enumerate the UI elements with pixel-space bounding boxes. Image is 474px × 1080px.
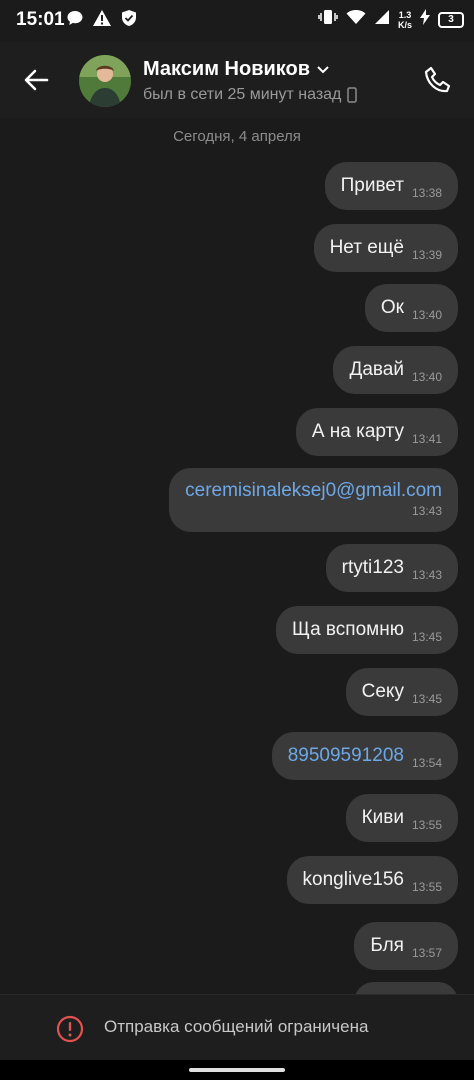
net-speed-value: 1.3 (398, 9, 412, 20)
message-text: Бля (370, 935, 404, 956)
contact-name[interactable]: Максим Новиков (143, 58, 330, 81)
vibrate-icon (318, 8, 338, 31)
message-bubble[interactable]: Ща вспомню 13:45 (276, 606, 458, 654)
net-speed-unit: K/s (397, 19, 412, 30)
charging-icon (420, 9, 430, 30)
contact-status: был в сети 25 минут назад (143, 86, 358, 104)
last-seen-text: был в сети 25 минут назад (143, 86, 342, 103)
restricted-message: Отправка сообщений ограничена (104, 1017, 369, 1036)
contact-name-text: Максим Новиков (143, 58, 311, 80)
message-bubble[interactable]: Бля 13:57 (354, 922, 458, 970)
message-time: 13:39 (411, 248, 442, 262)
alert-circle-icon (56, 1015, 84, 1043)
mobile-device-icon (347, 87, 358, 103)
message-bubble[interactable]: Нет ещё 13:39 (313, 224, 458, 272)
net-speed: 1.3 K/s (398, 10, 412, 30)
avatar[interactable] (79, 55, 131, 107)
status-notification-icons (66, 9, 138, 32)
message-text: Секу (361, 681, 404, 702)
message-time: 13:41 (411, 432, 442, 446)
message-bubble[interactable]: Секу 13:45 (345, 668, 458, 716)
call-button[interactable] (422, 64, 456, 98)
chat-header: Максим Новиков был в сети 25 минут назад (0, 42, 474, 118)
message-bubble[interactable]: konglive156 13:55 (286, 856, 458, 904)
chevron-down-icon (317, 65, 329, 73)
message-time: 13:45 (411, 630, 442, 644)
message-text: konglive156 (302, 869, 404, 890)
message-text: Привет (340, 175, 404, 196)
message-time: 13:43 (411, 504, 442, 518)
email-link[interactable]: ceremisinaleksej0@gmail.com (185, 468, 442, 502)
message-time: 13:57 (411, 946, 442, 960)
message-text: Давай (349, 359, 404, 380)
home-gesture-handle[interactable] (189, 1068, 285, 1072)
phone-icon (424, 66, 451, 93)
message-text: А на карту (311, 421, 404, 442)
messaging-restricted-bar: Отправка сообщений ограничена (0, 994, 474, 1060)
message-text: Нет ещё (329, 237, 404, 258)
message-time: 13:55 (411, 880, 442, 894)
message-bubble[interactable]: А на карту 13:41 (295, 408, 458, 456)
message-time: 13:55 (411, 818, 442, 832)
message-time: 13:40 (411, 370, 442, 384)
message-text: Ща вспомню (292, 619, 404, 640)
phone-number-link[interactable]: 89509591208 (288, 732, 404, 780)
chat-screen: 15:01 1.3 K/s 3 Максим Новиков был в сет… (0, 0, 474, 1080)
message-bubble[interactable]: Киви 13:55 (345, 794, 458, 842)
status-time: 15:01 (16, 9, 65, 30)
shield-icon (120, 9, 138, 32)
message-time: 13:54 (411, 756, 442, 770)
message-time: 13:43 (411, 568, 442, 582)
wifi-icon (346, 9, 366, 30)
message-bubble[interactable]: 89509591208 13:54 (271, 732, 458, 780)
warning-icon (92, 9, 112, 32)
back-button[interactable] (18, 62, 54, 98)
chat-bubble-icon (66, 9, 84, 32)
message-time: 13:38 (411, 186, 442, 200)
message-bubble-partial[interactable] (354, 982, 458, 994)
message-text: rtyti123 (341, 557, 404, 578)
message-bubble[interactable]: rtyti123 13:43 (325, 544, 458, 592)
date-separator: Сегодня, 4 апреля (173, 128, 301, 145)
message-list[interactable]: Сегодня, 4 апреля Привет 13:38 Нет ещё 13:… (0, 118, 474, 994)
message-time: 13:40 (411, 308, 442, 322)
arrow-left-icon (24, 69, 49, 91)
message-bubble[interactable]: Привет 13:38 (324, 162, 458, 210)
message-bubble[interactable]: ceremisinaleksej0@gmail.com 13:43 (169, 468, 458, 532)
message-bubble[interactable]: Ок 13:40 (364, 284, 458, 332)
battery-level: 3 (448, 14, 454, 25)
status-system-icons: 1.3 K/s 3 (318, 8, 464, 31)
message-text: Киви (361, 807, 404, 828)
message-text: Ок (380, 297, 404, 318)
battery-icon: 3 (438, 11, 464, 28)
system-nav-bar (0, 1060, 474, 1080)
message-bubble[interactable]: Давай 13:40 (333, 346, 458, 394)
message-time: 13:45 (411, 692, 442, 706)
signal-icon (374, 9, 390, 30)
status-bar: 15:01 1.3 K/s 3 (0, 0, 474, 42)
